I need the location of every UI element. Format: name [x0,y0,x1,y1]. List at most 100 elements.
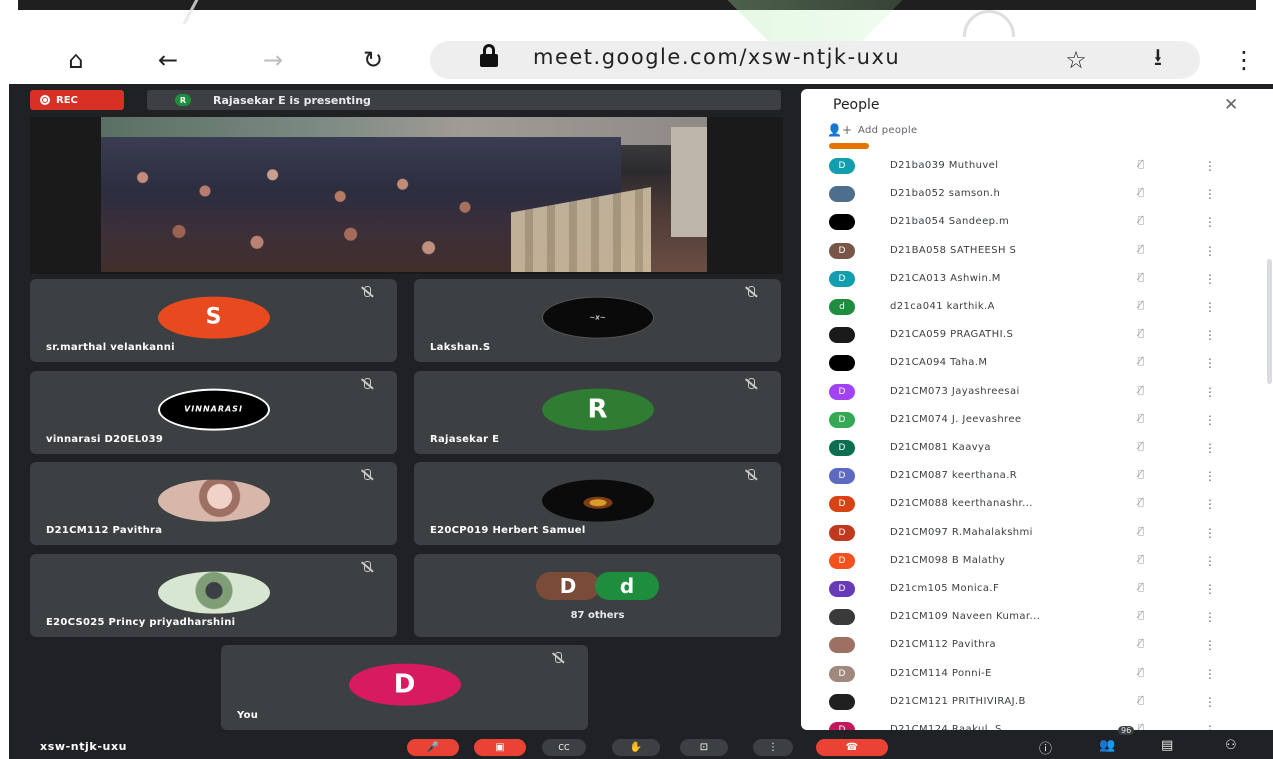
more-options-icon[interactable]: ⋮ [1204,497,1216,511]
people-icon[interactable]: 👥 [1099,738,1115,753]
participant-row[interactable]: D D21CM088 keerthanashr... 🎙̸ ⋮ [801,490,1273,518]
participant-name: D21ba039 Muthuvel [890,160,999,171]
presenting-bar: R Rajasekar E is presenting [147,90,781,110]
participant-row[interactable]: D21ba052 samson.h 🎙̸ ⋮ [801,180,1273,208]
activities-icon[interactable]: ⚇ [1225,738,1237,753]
mic-off-icon: 🎙̸ [1138,243,1145,255]
participant-name: D21CM073 Jayashreesai [890,385,1020,397]
participant-row[interactable]: D D21cm105 Monica.F 🎙̸ ⋮ [801,575,1273,603]
avatar: D [348,663,461,706]
download-icon[interactable]: ⭳ [1140,42,1176,78]
participant-row[interactable]: D D21CM114 Ponni-E 🎙̸ ⋮ [801,660,1273,688]
leave-call-button[interactable]: ☎ [816,739,888,756]
more-options-icon[interactable]: ⋮ [1204,413,1216,427]
participant-row[interactable]: D21CM112 Pavithra 🎙̸ ⋮ [801,631,1273,659]
more-options-icon[interactable]: ⋮ [1204,554,1216,568]
panel-title: People [833,97,880,113]
avatar: S [157,296,270,339]
mic-off-icon: 🎙̸ [1138,610,1145,622]
more-options-icon[interactable]: ⋮ [1204,385,1216,399]
participant-row[interactable]: D21CM121 PRITHIVIRAJ.B 🎙̸ ⋮ [801,688,1273,716]
avatar [829,637,855,654]
url-text[interactable]: meet.google.com/xsw-ntjk-uxu [533,45,900,69]
participant-row[interactable]: D21CA094 Taha.M 🎙̸ ⋮ [801,349,1273,377]
participant-row[interactable]: D D21CM097 R.Mahalakshmi 🎙̸ ⋮ [801,519,1273,547]
participant-row[interactable]: D D21CM081 Kaavya 🎙̸ ⋮ [801,434,1273,462]
camera-toggle-button[interactable]: ▣ [474,739,526,756]
more-options-icon[interactable]: ⋮ [1204,526,1216,540]
participant-name: D21CM088 keerthanashr... [890,498,1033,510]
mic-off-icon: 🎙̸ [1138,356,1145,368]
mic-off-icon: 🎙̸ [1138,497,1145,509]
more-options-icon[interactable]: ⋮ [1204,328,1216,342]
others-tile[interactable]: D d 87 others [414,554,781,637]
mic-off-icon [361,561,373,573]
more-options-icon[interactable]: ⋮ [1204,215,1216,229]
menu-icon[interactable]: ⋮ [1226,42,1262,78]
participant-tile[interactable]: S sr.marthal velankanni [30,279,397,362]
more-options-icon[interactable]: ⋮ [1204,356,1216,370]
avatar: D [829,496,855,513]
presenter-avatar: R [175,94,191,106]
panel-scrollbar[interactable] [1267,259,1272,384]
captions-button[interactable]: CC [542,739,586,756]
participant-name: D21CA094 Taha.M [890,357,988,369]
more-options-icon[interactable]: ⋮ [1204,272,1216,286]
close-icon[interactable]: ✕ [1224,95,1238,115]
more-options-icon[interactable]: ⋮ [1204,723,1216,730]
add-person-icon: 👤+ [827,123,852,137]
chat-icon[interactable]: ▤ [1161,738,1173,753]
avatar: D [829,383,855,400]
more-options-icon[interactable]: ⋮ [1204,610,1216,624]
participant-name: D21CM121 PRITHIVIRAJ.B [890,695,1026,707]
more-options-button[interactable]: ⋮ [753,739,793,756]
more-options-icon[interactable]: ⋮ [1204,300,1216,314]
participant-name: D21ba052 samson.h [890,188,1001,200]
more-options-icon[interactable]: ⋮ [1204,159,1216,173]
lock-icon [480,44,498,67]
participant-row[interactable]: D D21CM124 Raakul..S 🎙̸ ⋮ [801,716,1273,730]
more-options-icon[interactable]: ⋮ [1204,582,1216,596]
home-icon[interactable]: ⌂ [58,42,94,78]
participant-tile[interactable]: ~x~ Lakshan.S [414,279,781,362]
more-options-icon[interactable]: ⋮ [1204,667,1216,681]
participant-tile[interactable]: R Rajasekar E [414,371,781,454]
mic-toggle-button[interactable]: 🎤 [407,739,459,756]
self-tile[interactable]: D You [221,645,588,730]
raise-hand-button[interactable]: ✋ [612,739,660,756]
participant-row[interactable]: D21ba054 Sandeep.m 🎙̸ ⋮ [801,208,1273,236]
more-options-icon[interactable]: ⋮ [1204,441,1216,455]
participant-row[interactable]: D D21CA013 Ashwin.M 🎙̸ ⋮ [801,265,1273,293]
participant-row[interactable]: D D21CM073 Jayashreesai 🎙̸ ⋮ [801,378,1273,406]
present-icon: ⊡ [699,742,709,753]
participant-name: D21CM112 Pavithra [46,525,163,536]
participant-row[interactable]: D D21CM087 keerthana.R 🎙̸ ⋮ [801,462,1273,490]
present-button[interactable]: ⊡ [680,739,728,756]
participant-tile[interactable]: E20CP019 Herbert Samuel [414,462,781,545]
participant-row[interactable]: D D21CM074 J. Jeevashree 🎙̸ ⋮ [801,406,1273,434]
forward-icon[interactable]: → [255,42,291,78]
avatar [829,693,855,710]
meeting-controls-bar: xsw-ntjk-uxu 🎤 ▣ CC ✋ ⊡ ⋮ ☎ ⓘ 👥 96 ▤ ⚇ [9,726,1273,759]
participant-row[interactable]: d d21ca041 karthik.A 🎙̸ ⋮ [801,293,1273,321]
participant-tile[interactable]: D21CM112 Pavithra [30,462,397,545]
info-icon[interactable]: ⓘ [1039,738,1052,757]
participant-tile[interactable]: VINNARASI vinnarasi D20EL039 [30,371,397,454]
participant-row[interactable]: D D21CM098 B Malathy 🎙̸ ⋮ [801,547,1273,575]
participant-row[interactable]: D21CA059 PRAGATHI.S 🎙̸ ⋮ [801,321,1273,349]
reload-icon[interactable]: ↻ [355,42,391,78]
participant-row[interactable]: D D21ba039 Muthuvel 🎙̸ ⋮ [801,152,1273,180]
participant-tile[interactable]: E20CS025 Princy priyadharshini [30,554,397,637]
more-options-icon[interactable]: ⋮ [1204,469,1216,483]
more-options-icon[interactable]: ⋮ [1204,244,1216,258]
more-options-icon[interactable]: ⋮ [1204,695,1216,709]
participant-row[interactable]: D D21BA058 SATHEESH S 🎙̸ ⋮ [801,237,1273,265]
participant-name: d21ca041 karthik.A [890,301,995,312]
more-options-icon[interactable]: ⋮ [1204,638,1216,652]
star-icon[interactable]: ☆ [1058,42,1094,78]
add-people-button[interactable]: 👤+ Add people [827,123,917,137]
more-options-icon[interactable]: ⋮ [1204,187,1216,201]
participant-row[interactable]: D21CM109 Naveen Kumar... 🎙̸ ⋮ [801,603,1273,631]
mic-off-icon: 🎙̸ [1138,723,1145,730]
back-icon[interactable]: ← [150,42,186,78]
